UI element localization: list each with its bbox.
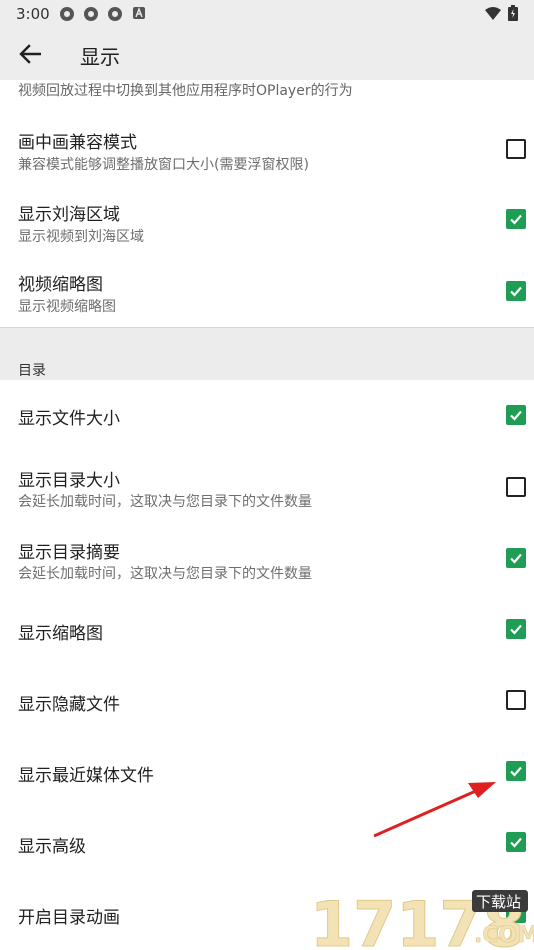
setting-title: 开启目录动画 (18, 908, 120, 928)
setting-title: 显示高级 (18, 837, 86, 857)
pip-behavior-summary: 视频回放过程中切换到其他应用程序时OPlayer的行为 (18, 83, 353, 99)
page-title: 显示 (80, 45, 120, 69)
setting-title: 显示文件大小 (18, 409, 120, 429)
setting-video-thumbnail[interactable]: 视频缩略图 显示视频缩略图 (0, 256, 534, 328)
status-time: 3:00 (16, 5, 50, 23)
vpn-icon (58, 6, 76, 22)
setting-show-thumbnail[interactable]: 显示缩略图 (0, 594, 534, 666)
checkmark-icon (510, 286, 522, 297)
setting-title: 显示最近媒体文件 (18, 766, 154, 786)
svg-text:.COM: .COM (474, 923, 534, 948)
a-badge-icon (130, 6, 148, 22)
hidden-files-checkbox[interactable] (506, 690, 526, 710)
section-divider (0, 327, 534, 380)
setting-subtitle: 会延长加载时间，这取决与您目录下的文件数量 (18, 494, 312, 510)
directory-size-checkbox[interactable] (506, 477, 526, 497)
thumbnail-checkbox[interactable] (506, 619, 526, 639)
notch-area-checkbox[interactable] (506, 209, 526, 229)
setting-title: 显示隐藏文件 (18, 695, 120, 715)
checkmark-icon (510, 410, 522, 421)
advanced-checkbox[interactable] (506, 832, 526, 852)
setting-title: 显示目录大小 (18, 471, 120, 491)
back-button[interactable] (12, 36, 48, 72)
status-system-icons (484, 5, 518, 25)
battery-icon (508, 5, 518, 25)
setting-show-directory-size[interactable]: 显示目录大小 会延长加载时间，这取决与您目录下的文件数量 (0, 450, 534, 522)
arrow-left-icon (19, 44, 41, 64)
watermark-logo: 17178 下载站 .COM (310, 888, 534, 950)
setting-title: 视频缩略图 (18, 275, 103, 295)
setting-show-hidden-files[interactable]: 显示隐藏文件 (0, 666, 534, 736)
status-bar: 3:00 (0, 0, 534, 28)
setting-show-recent-media[interactable]: 显示最近媒体文件 (0, 736, 534, 808)
vpn-icon (82, 6, 100, 22)
vpn-icon (106, 6, 124, 22)
status-notification-icons (58, 6, 148, 22)
directory-summary-checkbox[interactable] (506, 548, 526, 568)
setting-show-notch-area[interactable]: 显示刘海区域 显示视频到刘海区域 (0, 184, 534, 256)
section-title-directory: 目录 (18, 363, 46, 379)
checkmark-icon (510, 553, 522, 564)
setting-title: 显示刘海区域 (18, 205, 120, 225)
setting-pip-compat-mode[interactable]: 画中画兼容模式 兼容模式能够调整播放窗口大小(需要浮窗权限) (0, 112, 534, 184)
svg-text:下载站: 下载站 (476, 893, 521, 911)
wifi-icon (484, 6, 502, 25)
setting-title: 显示目录摘要 (18, 543, 120, 563)
setting-subtitle: 会延长加载时间，这取决与您目录下的文件数量 (18, 566, 312, 582)
checkmark-icon (510, 624, 522, 635)
video-thumbnail-checkbox[interactable] (506, 281, 526, 301)
setting-subtitle: 兼容模式能够调整播放窗口大小(需要浮窗权限) (18, 157, 309, 173)
setting-title: 画中画兼容模式 (18, 133, 137, 153)
setting-subtitle: 显示视频到刘海区域 (18, 229, 144, 245)
checkmark-icon (510, 766, 522, 777)
setting-show-advanced[interactable]: 显示高级 (0, 808, 534, 878)
app-bar: 显示 (0, 28, 534, 80)
setting-subtitle: 显示视频缩略图 (18, 299, 116, 315)
recent-media-checkbox[interactable] (506, 761, 526, 781)
checkmark-icon (510, 837, 522, 848)
setting-show-file-size[interactable]: 显示文件大小 (0, 380, 534, 450)
setting-title: 显示缩略图 (18, 624, 103, 644)
pip-compat-checkbox[interactable] (506, 139, 526, 159)
file-size-checkbox[interactable] (506, 405, 526, 425)
setting-show-directory-summary[interactable]: 显示目录摘要 会延长加载时间，这取决与您目录下的文件数量 (0, 522, 534, 594)
checkmark-icon (510, 214, 522, 225)
